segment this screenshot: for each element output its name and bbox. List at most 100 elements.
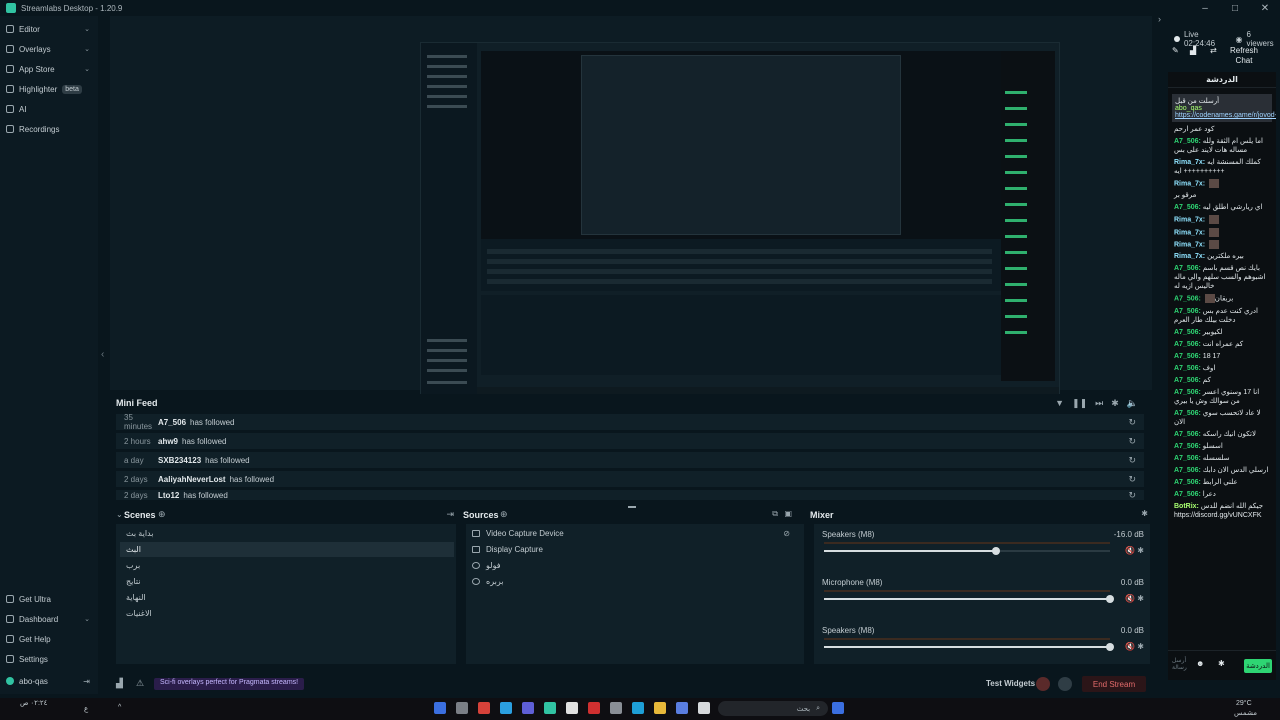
sidebar-item-dashboard[interactable]: Dashboard ⌄ bbox=[0, 610, 98, 628]
minimize-icon[interactable]: – bbox=[1190, 0, 1220, 16]
skip-icon[interactable]: ⏭ bbox=[1095, 398, 1103, 409]
mute-gear-icons[interactable]: 🔇 ✱ bbox=[1125, 546, 1144, 555]
chat-username[interactable]: A7_506: bbox=[1174, 204, 1203, 211]
scene-item[interactable]: الاغنيات bbox=[120, 606, 454, 621]
chat-username[interactable]: A7_506: bbox=[1174, 353, 1203, 360]
winrar-icon[interactable] bbox=[588, 702, 600, 714]
record-button[interactable] bbox=[1036, 677, 1050, 691]
stream-preview[interactable] bbox=[420, 42, 1060, 402]
chat-username[interactable]: A7_506: bbox=[1174, 329, 1203, 336]
volume-slider[interactable] bbox=[824, 643, 1114, 651]
chat-username[interactable]: A7_506: bbox=[1174, 455, 1203, 462]
mute-gear-icons[interactable]: 🔇 ✱ bbox=[1125, 594, 1144, 603]
gear-icon[interactable]: ✱ bbox=[1141, 509, 1148, 518]
chat-username[interactable]: A7_506: bbox=[1174, 389, 1203, 396]
streamlabs-icon[interactable] bbox=[544, 702, 556, 714]
obs-icon[interactable] bbox=[566, 702, 578, 714]
chat-input[interactable]: أرسل رسالة bbox=[1172, 657, 1192, 671]
scene-item[interactable]: النهاية bbox=[120, 590, 454, 605]
settings-icon[interactable]: ✱ bbox=[1111, 398, 1119, 409]
refresh-icon[interactable]: ⇄ bbox=[1210, 46, 1217, 55]
promo-notification[interactable]: Sci-fi overlays perfect for Pragmata str… bbox=[154, 678, 305, 690]
chat-username[interactable]: Rima_7x: bbox=[1174, 253, 1207, 260]
close-icon[interactable]: ✕ bbox=[1250, 0, 1280, 16]
sidebar-item-get-ultra[interactable]: Get Ultra bbox=[0, 590, 98, 608]
chat-username[interactable]: Rima_7x: bbox=[1174, 180, 1207, 187]
add-source-icon[interactable]: ⊕ bbox=[500, 509, 508, 520]
settings-app-icon[interactable] bbox=[456, 702, 468, 714]
source-folder-icon[interactable]: ▣ bbox=[784, 509, 792, 518]
chat-username[interactable]: A7_506: bbox=[1174, 365, 1203, 372]
sidebar-item-settings[interactable]: Settings bbox=[0, 650, 98, 668]
performance-icon[interactable]: ▟ bbox=[116, 678, 123, 689]
chat-username[interactable]: A7_506: bbox=[1174, 138, 1203, 145]
brave-icon[interactable] bbox=[478, 702, 490, 714]
mute-gear-icons[interactable]: 🔇 ✱ bbox=[1125, 642, 1144, 651]
telegram-icon[interactable] bbox=[500, 702, 512, 714]
chat-username[interactable]: A7_506: bbox=[1174, 341, 1203, 348]
volume-slider-handle[interactable] bbox=[991, 547, 1000, 555]
chat-username[interactable]: A7_506: bbox=[1174, 296, 1203, 303]
chat-username[interactable]: A7_506: bbox=[1174, 443, 1203, 450]
volume-slider-handle[interactable] bbox=[1106, 643, 1114, 651]
user-account[interactable]: abo-qas ⇥ bbox=[0, 672, 98, 690]
pause-icon[interactable]: ❚❚ bbox=[1072, 398, 1087, 409]
chat-username[interactable]: A7_506: bbox=[1174, 377, 1203, 384]
replay-icon[interactable]: ↻ bbox=[1128, 436, 1136, 447]
notepad-icon[interactable] bbox=[698, 702, 710, 714]
chat-username[interactable]: A7_506: bbox=[1174, 431, 1203, 438]
collapse-left-icon[interactable]: ‹ bbox=[101, 349, 104, 360]
chat-username[interactable]: A7_506: bbox=[1174, 265, 1203, 272]
keyboard-lang[interactable]: ع bbox=[84, 705, 88, 713]
sidebar-item-overlays[interactable]: Overlays ⌄ bbox=[0, 40, 98, 58]
alert-icon[interactable]: ⚠ bbox=[136, 678, 144, 689]
windows-start-icon[interactable] bbox=[832, 702, 844, 714]
file-explorer-icon[interactable] bbox=[654, 702, 666, 714]
chevron-down-icon[interactable]: ⌄ bbox=[116, 510, 123, 519]
sidebar-item-editor[interactable]: Editor ⌄ bbox=[0, 20, 98, 38]
chat-username[interactable]: BotRix: bbox=[1174, 503, 1201, 510]
scene-item[interactable]: برب bbox=[120, 558, 454, 573]
source-item[interactable]: بربره bbox=[470, 574, 790, 589]
volume-icon[interactable]: 🔈 bbox=[1127, 398, 1138, 409]
copilot-icon[interactable] bbox=[676, 702, 688, 714]
replay-icon[interactable]: ↻ bbox=[1128, 474, 1136, 485]
scene-item-active[interactable]: البث bbox=[120, 542, 454, 557]
volume-slider[interactable] bbox=[824, 595, 1114, 603]
tray-chevron-icon[interactable]: ^ bbox=[118, 704, 121, 711]
volume-slider-handle[interactable] bbox=[1106, 595, 1114, 603]
maximize-icon[interactable]: □ bbox=[1220, 0, 1250, 16]
replay-icon[interactable]: ↻ bbox=[1128, 490, 1136, 500]
source-item[interactable]: Display Capture bbox=[470, 542, 790, 557]
sidebar-item-highlighter[interactable]: Highlighter beta bbox=[0, 80, 98, 98]
popout-icon[interactable]: ▟ bbox=[1190, 46, 1196, 55]
scene-item[interactable]: نتايج bbox=[120, 574, 454, 589]
sidebar-item-recordings[interactable]: Recordings bbox=[0, 120, 98, 138]
apps-icon[interactable] bbox=[610, 702, 622, 714]
chat-username[interactable]: A7_506: bbox=[1174, 308, 1203, 315]
chat-username[interactable]: Rima_7x: bbox=[1174, 217, 1207, 224]
start-icon[interactable] bbox=[434, 702, 446, 714]
logout-icon[interactable]: ⇥ bbox=[83, 677, 90, 686]
pinned-link[interactable]: https://codenames.game/r/jovod-... bbox=[1175, 112, 1276, 119]
chat-username[interactable]: A7_506: bbox=[1174, 479, 1203, 486]
collapse-chat-icon[interactable]: › bbox=[1158, 14, 1161, 24]
chat-username[interactable]: Rima_7x: bbox=[1174, 241, 1207, 248]
chat-username[interactable]: A7_506: bbox=[1174, 410, 1203, 417]
add-scene-icon[interactable]: ⊕ bbox=[158, 509, 166, 520]
replay-buffer-icon[interactable] bbox=[1058, 677, 1072, 691]
refresh-chat-button[interactable]: Refresh Chat bbox=[1224, 46, 1264, 66]
chat-username[interactable]: Rima_7x: bbox=[1174, 229, 1207, 236]
edge-icon[interactable] bbox=[632, 702, 644, 714]
chat-username[interactable]: A7_506: bbox=[1174, 491, 1203, 498]
sidebar-item-app-store[interactable]: App Store ⌄ bbox=[0, 60, 98, 78]
chat-username[interactable]: A7_506: bbox=[1174, 467, 1203, 474]
chat-send-button[interactable]: الدردشة bbox=[1244, 659, 1272, 673]
gear-icon[interactable]: ✱ bbox=[1218, 659, 1225, 668]
visibility-icon[interactable]: ⊘ bbox=[783, 529, 790, 538]
source-item[interactable]: فولو bbox=[470, 558, 790, 573]
scene-item[interactable]: بداية بث bbox=[120, 526, 454, 541]
replay-icon[interactable]: ↻ bbox=[1128, 417, 1136, 428]
end-stream-button[interactable]: End Stream bbox=[1082, 676, 1146, 692]
weather-temp[interactable]: 29°C bbox=[1236, 700, 1252, 707]
